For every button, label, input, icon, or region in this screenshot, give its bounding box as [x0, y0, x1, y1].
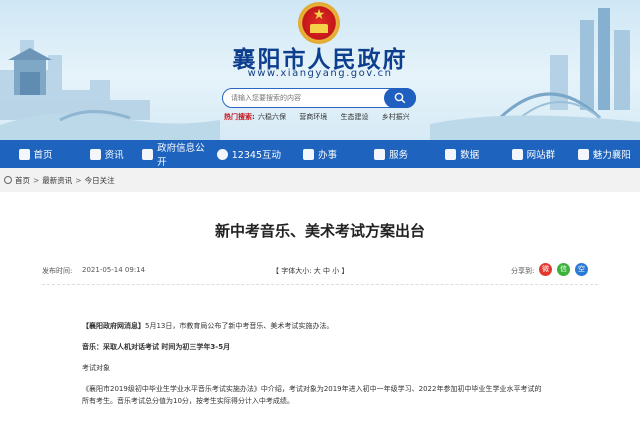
font-size-control[interactable]: 【 字体大小: 大 中 小 】 [272, 266, 348, 276]
home-icon [18, 148, 30, 160]
nav-item-service-handling[interactable]: 办事 [284, 140, 355, 168]
nav-item-label: 办事 [317, 150, 337, 161]
article-meta: 发布时间: 2021-05-14 09:14 【 字体大小: 大 中 小 】 分… [42, 263, 598, 278]
search-box [222, 88, 416, 108]
nav-item-home[interactable]: 首页 [0, 140, 71, 168]
paragraph-line: 《襄阳市2019级初中毕业生学业水平音乐考试实施办法》中介绍，考试对象为2019… [82, 385, 542, 393]
site-url: www.xiangyang.gov.cn [247, 68, 393, 79]
hot-search-label: 热门搜索: [224, 113, 255, 121]
grid-icon [374, 148, 386, 160]
breadcrumb: 首页 > 最新资讯 > 今日关注 [0, 170, 640, 190]
nav-item-info-open[interactable]: 政府信息公开 [142, 140, 213, 168]
publish-date: 2021-05-14 09:14 [82, 266, 146, 274]
nav-item-label: 12345互动 [231, 150, 281, 161]
breadcrumb-separator: > [33, 175, 40, 185]
hot-search-item[interactable]: 乡村振兴 [382, 113, 410, 121]
article-body: 【襄阳政府网消息】5月13日，市教育局公布了新中考音乐、美术考试实施办法。 音乐… [82, 320, 572, 407]
wechat-share-icon[interactable]: 信 [557, 263, 570, 276]
article-panel: 新中考音乐、美术考试方案出台 发布时间: 2021-05-14 09:14 【 … [0, 192, 640, 427]
nav-item-label: 资讯 [104, 150, 124, 161]
paragraph-line: 所有考生。音乐考试总分值为10分，按考生实际得分计入中考成绩。 [82, 397, 294, 405]
header-banner: ★ 襄阳市人民政府 www.xiangyang.gov.cn 热门搜索: 六稳六… [0, 0, 640, 140]
article-title: 新中考音乐、美术考试方案出台 [214, 222, 425, 240]
service-icon [302, 148, 314, 160]
breadcrumb-separator: > [75, 175, 82, 185]
weibo-share-icon[interactable]: 微 [539, 263, 552, 276]
nav-item-hotline[interactable]: 12345互动 [213, 140, 284, 168]
breadcrumb-item[interactable]: 最新资讯 [42, 175, 72, 186]
subject-label: 考试对象 [82, 364, 110, 372]
share-label: 分享到: [511, 267, 535, 275]
nav-item-news[interactable]: 资讯 [71, 140, 142, 168]
article-lead: 【襄阳政府网消息】5月13日，市教育局公布了新中考音乐、美术考试实施办法。 [82, 320, 572, 332]
charm-icon [577, 148, 589, 160]
qzone-share-icon[interactable]: 空 [575, 263, 588, 276]
hot-search-list: 六稳六保 营商环境 生态建设 乡村振兴 [258, 112, 421, 122]
hotline-icon [216, 148, 228, 160]
location-icon [4, 176, 12, 184]
hot-search-item[interactable]: 生态建设 [340, 113, 368, 121]
site-group-icon [511, 148, 523, 160]
national-emblem-logo: ★ [298, 2, 340, 44]
nav-item-label: 数据 [460, 150, 480, 161]
breadcrumb-item[interactable]: 今日关注 [85, 175, 115, 186]
music-heading-text: 音乐：采取人机对话考试 时间为初三学年3-5月 [82, 343, 231, 351]
meta-divider [42, 284, 598, 285]
search-icon [394, 92, 406, 104]
hot-search-item[interactable]: 六稳六保 [258, 113, 286, 121]
nav-item-charm[interactable]: 魅力襄阳 [569, 140, 640, 168]
nav-item-label: 网站群 [526, 150, 556, 161]
article-paragraph: 《襄阳市2019级初中毕业生学业水平音乐考试实施办法》中介绍，考试对象为2019… [82, 383, 572, 407]
search-button[interactable] [384, 88, 416, 108]
info-open-icon [142, 148, 154, 160]
music-heading: 音乐：采取人机对话考试 时间为初三学年3-5月 [82, 341, 572, 353]
nav-item-label: 政府信息公开 [157, 143, 205, 168]
publish-label: 发布时间: [42, 267, 73, 275]
breadcrumb-item[interactable]: 首页 [15, 175, 30, 186]
nav-item-label: 服务 [389, 150, 409, 161]
nav-item-services[interactable]: 服务 [356, 140, 427, 168]
nav-item-site-group[interactable]: 网站群 [498, 140, 569, 168]
search-input[interactable] [231, 91, 381, 105]
nav-item-label: 魅力襄阳 [592, 150, 631, 161]
news-icon [89, 148, 101, 160]
hot-search-item[interactable]: 营商环境 [299, 113, 327, 121]
nav-item-data[interactable]: 数据 [427, 140, 498, 168]
nav-item-label: 首页 [33, 150, 53, 161]
lead-source: 【襄阳政府网消息】 [82, 322, 145, 330]
main-navbar: 首页 资讯 政府信息公开 12345互动 办事 服务 数据 网站群 魅力襄阳 [0, 140, 640, 168]
data-icon [445, 148, 457, 160]
lead-text: 5月13日，市教育局公布了新中考音乐、美术考试实施办法。 [145, 322, 334, 330]
